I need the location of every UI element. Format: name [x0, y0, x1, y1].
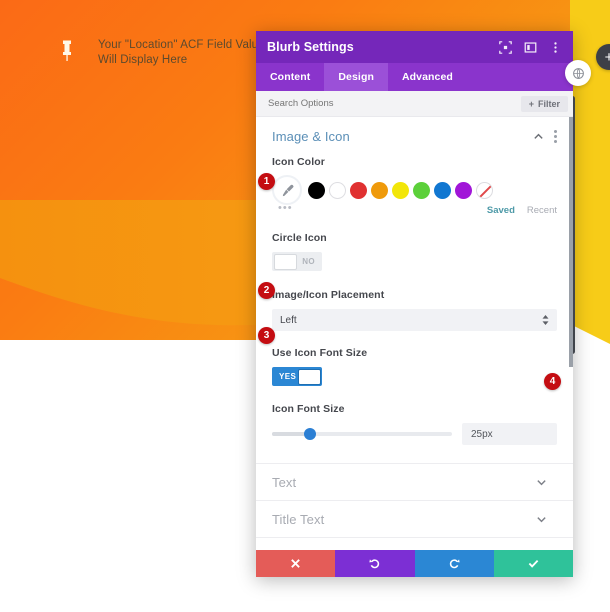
- saved-colors-link[interactable]: Saved: [487, 205, 515, 216]
- use-icon-font-size-toggle[interactable]: YES: [272, 367, 322, 386]
- layout-panel-icon[interactable]: [524, 41, 537, 54]
- chevron-up-icon[interactable]: [533, 131, 544, 142]
- field-label-use-icon-font-size: Use Icon Font Size: [272, 347, 368, 359]
- swatch-purple[interactable]: [455, 181, 472, 199]
- color-picker-button[interactable]: [272, 175, 302, 205]
- field-use-icon-font-size: Use Icon Font Size YES: [272, 331, 557, 386]
- step-marker-1: 1: [258, 173, 275, 190]
- circle-icon-toggle-state: NO: [302, 257, 315, 266]
- swatch-blue[interactable]: [434, 181, 451, 199]
- use-icon-font-size-toggle-state: YES: [279, 372, 297, 381]
- recent-colors-link[interactable]: Recent: [527, 205, 557, 216]
- modal-title: Blurb Settings: [267, 40, 354, 54]
- search-row: + Filter: [256, 91, 573, 117]
- field-icon-font-size: Icon Font Size 25px: [272, 386, 557, 459]
- step-marker-2: 2: [258, 282, 275, 299]
- field-label-icon-font-size: Icon Font Size: [272, 403, 345, 415]
- icon-color-palette: [272, 175, 557, 205]
- blurb-settings-modal: Blurb Settings Content Design Advanced +: [256, 31, 573, 577]
- save-button[interactable]: [493, 550, 573, 577]
- field-label-icon-color: Icon Color: [272, 156, 325, 168]
- globe-gear-icon: [572, 67, 584, 79]
- placement-select-value: Left: [280, 314, 297, 326]
- chevron-updown-icon: [542, 315, 549, 325]
- section-title-text[interactable]: Title Text: [256, 500, 573, 537]
- cancel-button[interactable]: [256, 550, 336, 577]
- section-text-title: Text: [272, 474, 297, 490]
- section-image-and-icon-header[interactable]: Image & Icon: [272, 129, 557, 156]
- field-image-icon-placement: Image/Icon Placement Left: [272, 271, 557, 331]
- close-icon: [291, 559, 300, 568]
- icon-font-size-input[interactable]: 25px: [462, 423, 557, 445]
- circle-icon-toggle[interactable]: NO: [272, 252, 322, 271]
- modal-scroll-area: Image & Icon Icon Color ••• Saved Recent…: [256, 117, 573, 550]
- tab-content[interactable]: Content: [256, 63, 324, 91]
- acf-field-note: Your "Location" ACF Field Value Will Dis…: [60, 38, 265, 68]
- step-marker-4: 4: [544, 373, 561, 390]
- modal-footer: [256, 550, 573, 577]
- icon-font-size-value: 25px: [471, 428, 493, 440]
- swatch-orange[interactable]: [371, 181, 388, 199]
- eyedropper-icon: [282, 184, 293, 196]
- pin-icon: [63, 40, 71, 61]
- yellow-band-bottom-cut: [570, 318, 610, 352]
- page-settings-round-button[interactable]: [565, 60, 591, 86]
- section-title: Image & Icon: [272, 129, 350, 144]
- section-image-and-icon: Image & Icon Icon Color ••• Saved Recent…: [256, 117, 573, 463]
- plus-icon: +: [528, 98, 534, 109]
- section-body-text-title: Body Text: [272, 549, 536, 551]
- palette-footer: ••• Saved Recent: [272, 202, 557, 218]
- field-label-placement: Image/Icon Placement: [272, 289, 385, 301]
- check-icon: [528, 559, 539, 568]
- icon-font-size-slider[interactable]: [272, 428, 452, 440]
- section-text[interactable]: Text: [256, 463, 573, 500]
- swatch-red[interactable]: [350, 181, 367, 199]
- section-body-text[interactable]: Body Text: [256, 537, 573, 550]
- undo-button[interactable]: [335, 550, 415, 577]
- slider-knob[interactable]: [303, 428, 316, 440]
- chevron-down-icon: [537, 516, 546, 522]
- search-input[interactable]: [268, 98, 521, 109]
- swatch-white[interactable]: [329, 181, 346, 199]
- tab-advanced[interactable]: Advanced: [388, 63, 467, 91]
- modal-body: Image & Icon Icon Color ••• Saved Recent…: [256, 117, 573, 550]
- field-circle-icon: Circle Icon NO: [272, 218, 557, 271]
- filter-button-label: Filter: [537, 98, 560, 109]
- toggle-knob: [297, 368, 321, 385]
- swatch-black[interactable]: [308, 181, 325, 199]
- toggle-knob: [273, 253, 297, 270]
- acf-note-text: Your "Location" ACF Field Value Will Dis…: [98, 39, 265, 66]
- swatch-no-color[interactable]: [476, 181, 493, 199]
- plus-icon: +: [604, 48, 610, 66]
- modal-tabs: Content Design Advanced: [256, 63, 573, 91]
- field-label-circle-icon: Circle Icon: [272, 232, 327, 244]
- chevron-down-icon: [537, 479, 546, 485]
- redo-button[interactable]: [414, 550, 494, 577]
- swatch-yellow[interactable]: [392, 181, 409, 199]
- icon-font-size-control: 25px: [272, 423, 557, 445]
- palette-more-dots[interactable]: •••: [278, 203, 293, 214]
- step-marker-3: 3: [258, 327, 275, 344]
- expand-icon[interactable]: [499, 40, 512, 54]
- modal-scrollbar[interactable]: [569, 117, 573, 367]
- filter-button[interactable]: + Filter: [520, 95, 568, 112]
- placement-select[interactable]: Left: [272, 309, 557, 331]
- undo-icon: [369, 559, 380, 569]
- section-title-text-title: Title Text: [272, 511, 325, 527]
- modal-header-icons: [499, 40, 562, 54]
- overflow-menu-icon[interactable]: [554, 130, 557, 143]
- redo-icon: [449, 559, 460, 569]
- swatch-green[interactable]: [413, 181, 430, 199]
- tab-design[interactable]: Design: [324, 63, 388, 91]
- modal-header: Blurb Settings: [256, 31, 573, 63]
- field-icon-color: Icon Color ••• Saved Recent: [272, 156, 557, 218]
- overflow-menu-icon[interactable]: [549, 41, 562, 54]
